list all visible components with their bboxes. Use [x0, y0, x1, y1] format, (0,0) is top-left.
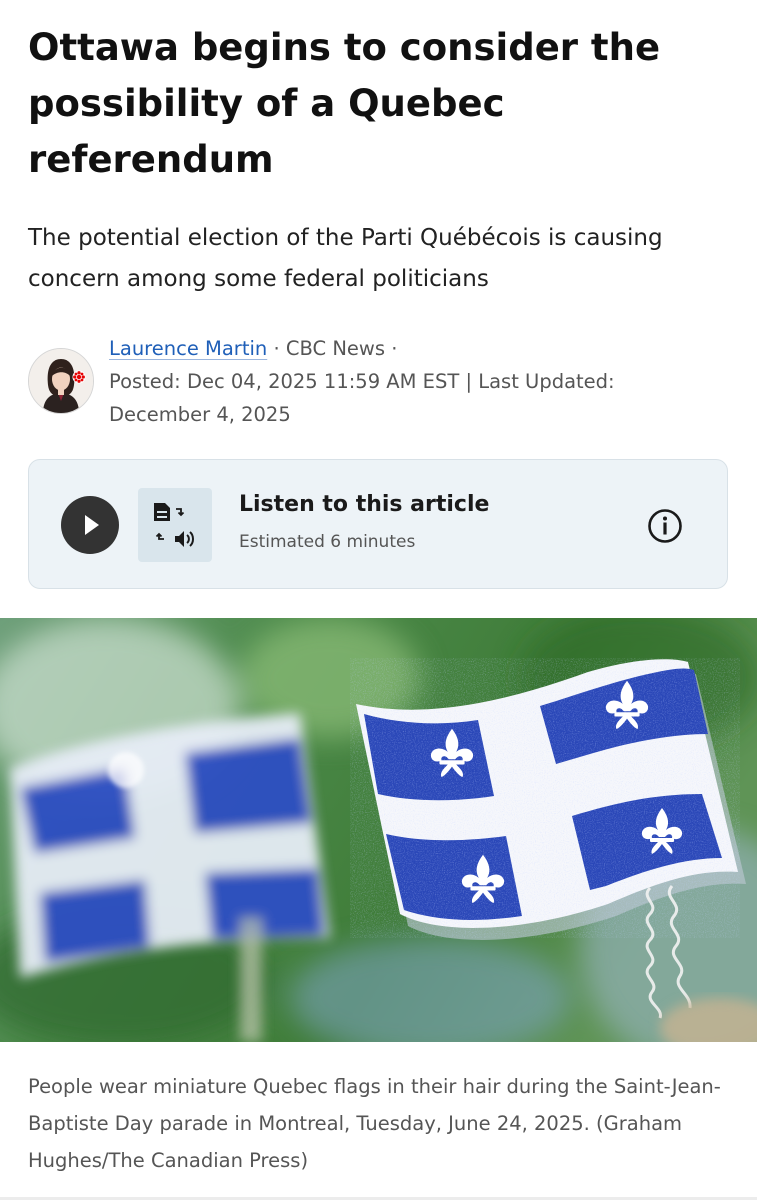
listen-to-article-panel: Listen to this article Estimated 6 minut…: [28, 459, 728, 589]
photo-caption: People wear miniature Quebec flags in th…: [28, 1075, 721, 1172]
byline-first-line: Laurence Martin · CBC News ·: [109, 332, 719, 365]
author-link[interactable]: Laurence Martin: [109, 337, 267, 360]
byline-separator: ·: [267, 337, 286, 360]
quebec-flag: [350, 658, 746, 940]
byline-separator-trailing: ·: [385, 337, 398, 360]
author-avatar[interactable]: [28, 348, 94, 414]
info-button[interactable]: [647, 508, 683, 544]
info-icon: [648, 509, 682, 543]
listen-duration: Estimated 6 minutes: [239, 532, 416, 552]
article-headline: Ottawa begins to consider the possibilit…: [28, 26, 661, 181]
article-subheadline: The potential election of the Parti Québ…: [28, 225, 663, 292]
posted-timestamp: Posted: Dec 04, 2025 11:59 AM EST | Last…: [109, 370, 615, 426]
article-photo[interactable]: [0, 618, 757, 1042]
play-button[interactable]: [61, 496, 119, 554]
play-icon: [85, 515, 99, 535]
quebec-flags-photo: [0, 618, 757, 1042]
outlet-name: CBC News: [285, 337, 386, 360]
byline: Laurence Martin · CBC News · Posted: Dec…: [28, 330, 738, 430]
listen-title: Listen to this article: [239, 492, 490, 517]
article-page: Ottawa begins to consider the possibilit…: [0, 0, 757, 1200]
text-to-speech-icon: [138, 488, 212, 562]
byline-meta: Laurence Martin · CBC News · Posted: Dec…: [109, 332, 719, 431]
